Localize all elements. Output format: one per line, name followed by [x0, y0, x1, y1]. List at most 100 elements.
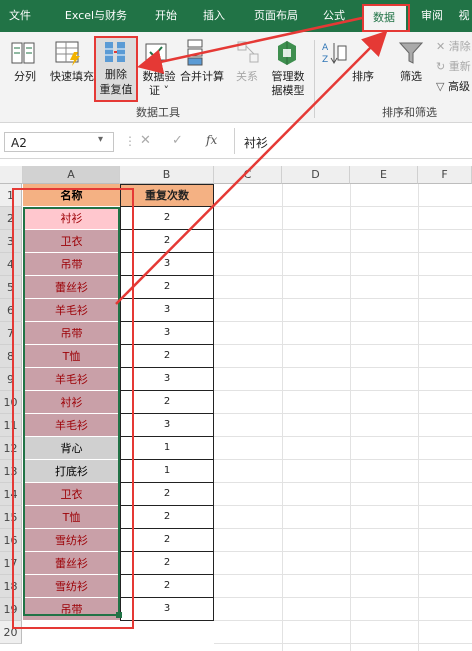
column-header-b[interactable]: B [120, 166, 214, 184]
count-cell[interactable]: 3 [120, 299, 214, 322]
name-box-dropdown-icon[interactable]: ▾ [98, 134, 103, 145]
row-header[interactable]: 1 [0, 184, 22, 207]
gridline [214, 390, 472, 391]
count-cell[interactable]: 1 [120, 460, 214, 483]
column-header-d[interactable]: D [282, 166, 350, 184]
reapply-label: 重新 [448, 60, 471, 73]
count-cell[interactable]: 3 [120, 598, 214, 621]
column-header-a[interactable]: A [23, 166, 120, 184]
count-cell[interactable]: 2 [120, 483, 214, 506]
count-cell[interactable]: 2 [120, 230, 214, 253]
filter-button[interactable]: 筛选 [394, 70, 428, 84]
row-header[interactable]: 15 [0, 506, 22, 529]
row-header[interactable]: 12 [0, 437, 22, 460]
tab-formulas[interactable]: 公式 [314, 0, 354, 32]
name-cell[interactable]: 衬衫 [23, 207, 120, 230]
name-cell[interactable]: 羊毛衫 [23, 414, 120, 437]
tab-data[interactable]: 数据 [362, 4, 406, 32]
row-header[interactable]: 10 [0, 391, 22, 414]
row-header[interactable]: 5 [0, 276, 22, 299]
column-b-header-cell[interactable]: 重复次数 [120, 184, 214, 207]
reapply-button[interactable]: ↻ 重新 [436, 60, 472, 74]
row-header[interactable]: 16 [0, 529, 22, 552]
count-cell[interactable]: 2 [120, 506, 214, 529]
gridline [214, 206, 472, 207]
count-cell[interactable]: 2 [120, 391, 214, 414]
fill-handle[interactable] [116, 612, 122, 618]
column-header-f[interactable]: F [418, 166, 472, 184]
name-cell[interactable]: 雪纺衫 [23, 529, 120, 552]
data-model-label-2[interactable]: 据模型 [266, 84, 310, 98]
tab-view[interactable]: 视 [456, 0, 472, 32]
count-cell[interactable]: 2 [120, 207, 214, 230]
text-to-columns-button[interactable]: 分列 [8, 70, 42, 84]
count-cell[interactable]: 2 [120, 552, 214, 575]
data-validation-label-2[interactable]: 证 ˅ [138, 84, 180, 98]
consolidate-button[interactable]: 合并计算 [176, 70, 228, 84]
row-header[interactable]: 13 [0, 460, 22, 483]
row-header[interactable]: 20 [0, 621, 22, 644]
name-cell[interactable]: 打底衫 [23, 460, 120, 483]
tab-insert[interactable]: 插入 [194, 0, 234, 32]
name-cell[interactable]: 吊带 [23, 253, 120, 276]
name-cell[interactable]: 羊毛衫 [23, 368, 120, 391]
gridline [214, 597, 472, 598]
row-header[interactable]: 3 [0, 230, 22, 253]
insert-function-button[interactable]: fx [206, 133, 217, 147]
tab-file[interactable]: 文件 [0, 0, 40, 32]
name-cell[interactable]: 蕾丝衫 [23, 276, 120, 299]
clear-filter-button[interactable]: ✕ 清除 [436, 40, 472, 54]
formula-options-icon: ⋮ [124, 134, 136, 148]
formula-input[interactable]: 衬衫 [244, 134, 268, 151]
sort-button[interactable]: 排序 [346, 70, 380, 84]
flash-fill-button[interactable]: 快速填充 [46, 70, 98, 84]
name-cell[interactable]: 雪纺衫 [23, 575, 120, 598]
relationships-button[interactable]: 关系 [230, 70, 264, 84]
row-header[interactable]: 17 [0, 552, 22, 575]
name-cell[interactable]: 衬衫 [23, 391, 120, 414]
tab-page-layout[interactable]: 页面布局 [244, 0, 308, 32]
name-cell[interactable]: T恤 [23, 345, 120, 368]
name-cell[interactable]: 卫衣 [23, 483, 120, 506]
count-cell[interactable]: 3 [120, 414, 214, 437]
count-cell[interactable]: 2 [120, 276, 214, 299]
count-cell[interactable]: 1 [120, 437, 214, 460]
confirm-entry-icon[interactable]: ✓ [172, 133, 183, 148]
count-cell[interactable]: 2 [120, 575, 214, 598]
row-header[interactable]: 7 [0, 322, 22, 345]
data-model-label-1[interactable]: 管理数 [266, 70, 310, 84]
cancel-entry-icon[interactable]: ✕ [140, 133, 151, 148]
row-header[interactable]: 8 [0, 345, 22, 368]
name-cell[interactable]: 吊带 [23, 598, 120, 621]
row-header[interactable]: 18 [0, 575, 22, 598]
column-header-c[interactable]: C [214, 166, 282, 184]
name-cell[interactable]: 吊带 [23, 322, 120, 345]
row-header[interactable]: 14 [0, 483, 22, 506]
tab-review[interactable]: 审阅 [412, 0, 452, 32]
row-header[interactable]: 11 [0, 414, 22, 437]
remove-duplicates-button[interactable]: 删除 重复值 [94, 36, 138, 102]
row-header[interactable]: 2 [0, 207, 22, 230]
column-header-e[interactable]: E [350, 166, 418, 184]
name-cell[interactable]: 卫衣 [23, 230, 120, 253]
count-cell[interactable]: 3 [120, 253, 214, 276]
tab-home[interactable]: 开始 [146, 0, 186, 32]
count-cell[interactable]: 2 [120, 345, 214, 368]
name-cell[interactable]: T恤 [23, 506, 120, 529]
column-a-header-cell[interactable]: 名称 [23, 184, 120, 207]
count-cell[interactable]: 3 [120, 322, 214, 345]
row-header[interactable]: 9 [0, 368, 22, 391]
row-header[interactable]: 19 [0, 598, 22, 621]
name-cell[interactable]: 羊毛衫 [23, 299, 120, 322]
select-all-corner[interactable] [0, 166, 23, 184]
count-cell[interactable]: 3 [120, 368, 214, 391]
advanced-filter-button[interactable]: ▽ 高级 [436, 80, 472, 94]
data-validation-label-1[interactable]: 数据验 [138, 70, 180, 84]
name-cell[interactable]: 背心 [23, 437, 120, 460]
name-cell[interactable]: 蕾丝衫 [23, 552, 120, 575]
gridline [214, 620, 472, 621]
tab-excel-finance[interactable]: Excel与财务 [52, 0, 140, 32]
row-header[interactable]: 4 [0, 253, 22, 276]
row-header[interactable]: 6 [0, 299, 22, 322]
count-cell[interactable]: 2 [120, 529, 214, 552]
